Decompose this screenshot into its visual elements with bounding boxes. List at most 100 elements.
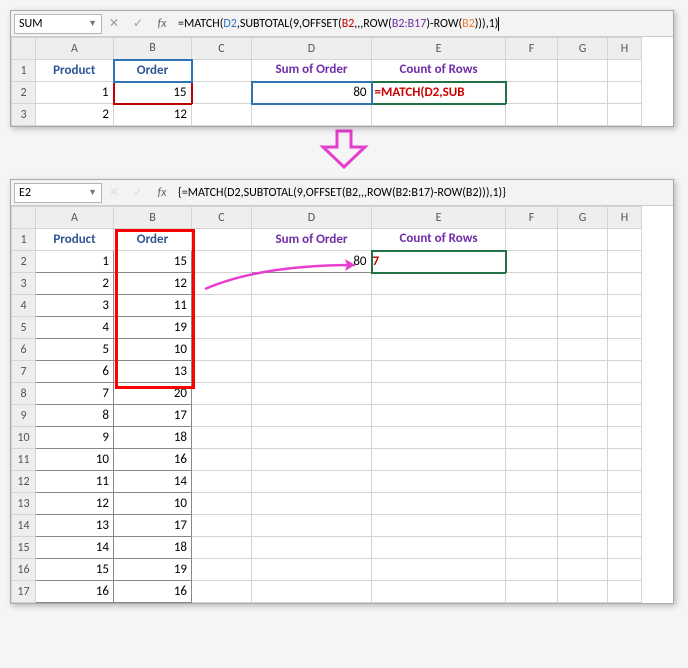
cell-D10[interactable] bbox=[252, 427, 372, 449]
cell-H10[interactable] bbox=[608, 427, 642, 449]
row-header-11[interactable]: 11 bbox=[12, 449, 36, 471]
cell-A1[interactable]: Product bbox=[36, 60, 114, 82]
cell-G13[interactable] bbox=[558, 493, 608, 515]
chevron-down-icon[interactable]: ▼ bbox=[88, 187, 97, 198]
cell-D7[interactable] bbox=[252, 361, 372, 383]
cell-B11[interactable]: 16 bbox=[114, 449, 192, 471]
cell-E5[interactable] bbox=[372, 317, 506, 339]
cell-C3[interactable] bbox=[192, 104, 252, 126]
row-header-2[interactable]: 2 bbox=[12, 82, 36, 104]
cell-D14[interactable] bbox=[252, 515, 372, 537]
name-box-bottom[interactable]: E2 ▼ bbox=[14, 183, 102, 203]
cell-F8[interactable] bbox=[506, 383, 558, 405]
cell-C15[interactable] bbox=[192, 537, 252, 559]
cell-H3[interactable] bbox=[608, 273, 642, 295]
cell-G15[interactable] bbox=[558, 537, 608, 559]
cell-A8[interactable]: 7 bbox=[36, 383, 114, 405]
cell-C9[interactable] bbox=[192, 405, 252, 427]
cell-B3[interactable]: 12 bbox=[114, 273, 192, 295]
cell-D17[interactable] bbox=[252, 581, 372, 603]
row-header-17[interactable]: 17 bbox=[12, 581, 36, 603]
cell-A2[interactable]: 1 bbox=[36, 82, 114, 104]
row-header-6[interactable]: 6 bbox=[12, 339, 36, 361]
cell-F7[interactable] bbox=[506, 361, 558, 383]
cell-A5[interactable]: 4 bbox=[36, 317, 114, 339]
cell-C13[interactable] bbox=[192, 493, 252, 515]
row-header-2[interactable]: 2 bbox=[12, 251, 36, 273]
cell-C12[interactable] bbox=[192, 471, 252, 493]
cell-C14[interactable] bbox=[192, 515, 252, 537]
cell-B13[interactable]: 10 bbox=[114, 493, 192, 515]
cell-D3[interactable] bbox=[252, 273, 372, 295]
row-header-14[interactable]: 14 bbox=[12, 515, 36, 537]
cell-F14[interactable] bbox=[506, 515, 558, 537]
cell-G8[interactable] bbox=[558, 383, 608, 405]
cell-G7[interactable] bbox=[558, 361, 608, 383]
cell-F9[interactable] bbox=[506, 405, 558, 427]
cell-G11[interactable] bbox=[558, 449, 608, 471]
row-header-16[interactable]: 16 bbox=[12, 559, 36, 581]
cell-F5[interactable] bbox=[506, 317, 558, 339]
fx-icon[interactable]: fx bbox=[150, 17, 174, 31]
cell-E9[interactable] bbox=[372, 405, 506, 427]
cell-E7[interactable] bbox=[372, 361, 506, 383]
cell-E2[interactable]: 7 bbox=[372, 251, 506, 273]
cell-H14[interactable] bbox=[608, 515, 642, 537]
row-header-8[interactable]: 8 bbox=[12, 383, 36, 405]
cell-G1[interactable] bbox=[558, 229, 608, 251]
cell-G10[interactable] bbox=[558, 427, 608, 449]
row-header-7[interactable]: 7 bbox=[12, 361, 36, 383]
cell-A3[interactable]: 2 bbox=[36, 104, 114, 126]
cell-C4[interactable] bbox=[192, 295, 252, 317]
cell-F4[interactable] bbox=[506, 295, 558, 317]
cell-B2[interactable]: 15 bbox=[114, 82, 192, 104]
cell-G16[interactable] bbox=[558, 559, 608, 581]
cell-B1[interactable]: Order bbox=[114, 60, 192, 82]
col-header-H[interactable]: H bbox=[608, 207, 642, 229]
cell-B1[interactable]: Order bbox=[114, 229, 192, 251]
cell-B5[interactable]: 19 bbox=[114, 317, 192, 339]
col-header-C[interactable]: C bbox=[192, 38, 252, 60]
cell-F10[interactable] bbox=[506, 427, 558, 449]
cell-D6[interactable] bbox=[252, 339, 372, 361]
cancel-formula-icon[interactable]: ✕ bbox=[102, 16, 126, 31]
cell-E11[interactable] bbox=[372, 449, 506, 471]
cell-D4[interactable] bbox=[252, 295, 372, 317]
cell-A6[interactable]: 5 bbox=[36, 339, 114, 361]
cell-B3[interactable]: 12 bbox=[114, 104, 192, 126]
cell-C10[interactable] bbox=[192, 427, 252, 449]
cell-G9[interactable] bbox=[558, 405, 608, 427]
cell-B9[interactable]: 17 bbox=[114, 405, 192, 427]
col-header-F[interactable]: F bbox=[506, 38, 558, 60]
cell-G3[interactable] bbox=[558, 273, 608, 295]
row-header-13[interactable]: 13 bbox=[12, 493, 36, 515]
cell-B7[interactable]: 13 bbox=[114, 361, 192, 383]
row-header-5[interactable]: 5 bbox=[12, 317, 36, 339]
cell-E1[interactable]: Count of Rows bbox=[372, 229, 506, 251]
cell-B2[interactable]: 15 bbox=[114, 251, 192, 273]
row-header-1[interactable]: 1 bbox=[12, 229, 36, 251]
cell-F6[interactable] bbox=[506, 339, 558, 361]
cell-H7[interactable] bbox=[608, 361, 642, 383]
cell-D15[interactable] bbox=[252, 537, 372, 559]
cell-E10[interactable] bbox=[372, 427, 506, 449]
cell-H5[interactable] bbox=[608, 317, 642, 339]
cell-H11[interactable] bbox=[608, 449, 642, 471]
cell-F3[interactable] bbox=[506, 273, 558, 295]
cell-B10[interactable]: 18 bbox=[114, 427, 192, 449]
fx-icon[interactable]: fx bbox=[150, 186, 174, 200]
cell-D3[interactable] bbox=[252, 104, 372, 126]
cell-A2[interactable]: 1 bbox=[36, 251, 114, 273]
cell-D1[interactable]: Sum of Order bbox=[252, 60, 372, 82]
col-header-B[interactable]: B bbox=[114, 38, 192, 60]
cell-H17[interactable] bbox=[608, 581, 642, 603]
cell-E13[interactable] bbox=[372, 493, 506, 515]
cell-D11[interactable] bbox=[252, 449, 372, 471]
cell-G12[interactable] bbox=[558, 471, 608, 493]
cell-C17[interactable] bbox=[192, 581, 252, 603]
cell-E17[interactable] bbox=[372, 581, 506, 603]
cell-E2[interactable]: =MATCH(D2,SUB bbox=[372, 82, 506, 104]
cell-H1[interactable] bbox=[608, 60, 642, 82]
cell-F1[interactable] bbox=[506, 60, 558, 82]
cell-E12[interactable] bbox=[372, 471, 506, 493]
